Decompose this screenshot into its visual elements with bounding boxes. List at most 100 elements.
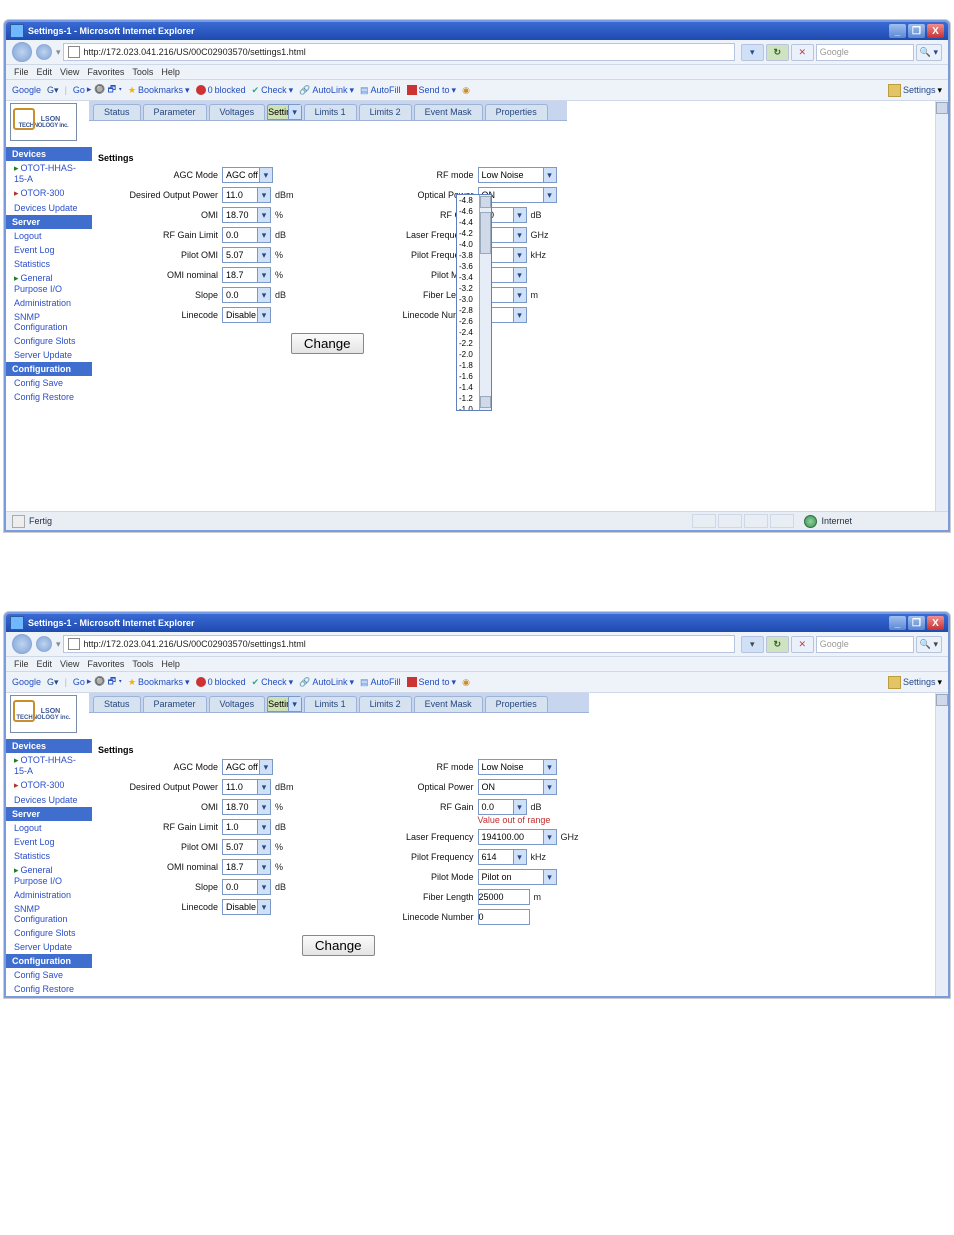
- tb-check[interactable]: ✔Check ▾: [252, 677, 294, 688]
- tb-check[interactable]: ✔Check ▾: [252, 85, 294, 96]
- search-go-button[interactable]: 🔍 ▾: [916, 44, 942, 61]
- sidebar-item[interactable]: Config Save: [6, 968, 92, 982]
- param-input[interactable]: 0: [478, 909, 530, 925]
- tb-autofill[interactable]: ▤AutoFill: [360, 677, 401, 688]
- page-scrollbar[interactable]: [935, 101, 948, 511]
- menu-help[interactable]: Help: [161, 67, 180, 77]
- tab-properties[interactable]: Properties: [485, 104, 548, 120]
- param-select[interactable]: 5.07: [222, 247, 271, 263]
- sidebar-item[interactable]: Server Update: [6, 940, 92, 954]
- sidebar-item[interactable]: Server Update: [6, 348, 92, 362]
- sidebar-item[interactable]: Config Restore: [6, 390, 92, 404]
- tb-blocked[interactable]: 0 blocked: [196, 85, 246, 95]
- maximize-button[interactable]: ❐: [908, 24, 925, 38]
- menu-file[interactable]: File: [14, 67, 29, 77]
- sidebar-item[interactable]: Administration: [6, 296, 92, 310]
- param-select[interactable]: 0.0: [478, 799, 527, 815]
- tb-go[interactable]: Go ▸ 🔘 🗗 ▾: [73, 674, 122, 690]
- param-select[interactable]: 0.0: [222, 287, 271, 303]
- param-select[interactable]: Disable: [222, 899, 271, 915]
- param-select[interactable]: 18.7: [222, 267, 271, 283]
- param-select[interactable]: 18.7: [222, 859, 271, 875]
- rfgain-dropdown-list[interactable]: -4.8-4.6-4.4-4.2-4.0-3.8-3.6-3.4-3.2-3.0…: [456, 194, 492, 411]
- tb-bookmarks[interactable]: ★Bookmarks▾: [128, 85, 190, 96]
- change-button[interactable]: Change: [302, 935, 375, 956]
- menu-edit[interactable]: Edit: [37, 67, 53, 77]
- menu-edit[interactable]: Edit: [37, 659, 53, 669]
- sidebar-item[interactable]: Event Log: [6, 835, 92, 849]
- dropdown-scrollbar[interactable]: [479, 195, 491, 410]
- param-select[interactable]: Disable: [222, 307, 271, 323]
- toolbar-settings-link[interactable]: Settings: [903, 677, 936, 687]
- tb-bookmarks[interactable]: ★Bookmarks▾: [128, 677, 190, 688]
- tb-sendto[interactable]: Send to▾: [407, 677, 457, 688]
- param-select[interactable]: 18.70: [222, 207, 271, 223]
- tb-sendto[interactable]: Send to▾: [407, 85, 457, 96]
- change-button[interactable]: Change: [291, 333, 364, 354]
- param-select[interactable]: 194100.00: [478, 829, 557, 845]
- search-go-button[interactable]: 🔍 ▾: [916, 636, 942, 653]
- nav-back-button[interactable]: [12, 634, 32, 654]
- sidebar-item[interactable]: Statistics: [6, 257, 92, 271]
- tab-limits-2[interactable]: Limits 2: [359, 104, 412, 120]
- tb-autofill[interactable]: ▤AutoFill: [360, 85, 401, 96]
- tb-more[interactable]: ◉: [462, 85, 470, 96]
- stop-button[interactable]: ✕: [791, 44, 814, 61]
- sidebar-item[interactable]: Configure Slots: [6, 334, 92, 348]
- address-input[interactable]: http://172.023.041.216/US/00C02903570/se…: [63, 43, 735, 61]
- sidebar-item[interactable]: Logout: [6, 821, 92, 835]
- sidebar-item[interactable]: General Purpose I/O: [6, 271, 92, 296]
- tab-parameter[interactable]: Parameter: [143, 104, 207, 120]
- param-input[interactable]: 25000: [478, 889, 530, 905]
- minimize-button[interactable]: _: [889, 616, 906, 630]
- sidebar-item[interactable]: Devices Update: [6, 793, 92, 807]
- nav-fwd-button[interactable]: [36, 44, 52, 60]
- param-select[interactable]: Low Noise: [478, 167, 557, 183]
- param-select[interactable]: 11.0: [222, 779, 271, 795]
- sidebar-item[interactable]: Devices Update: [6, 201, 92, 215]
- param-select[interactable]: AGC off: [222, 759, 273, 775]
- sidebar-item[interactable]: Config Save: [6, 376, 92, 390]
- tab-status[interactable]: Status: [93, 104, 141, 120]
- sidebar-item[interactable]: OTOT-HHAS-15-A: [6, 161, 92, 186]
- param-select[interactable]: 18.70: [222, 799, 271, 815]
- tab-limits-2[interactable]: Limits 2: [359, 696, 412, 712]
- menu-view[interactable]: View: [60, 659, 79, 669]
- stop-button[interactable]: ✕: [791, 636, 814, 653]
- param-select[interactable]: Low Noise: [478, 759, 557, 775]
- addr-dropdown[interactable]: ▾: [741, 636, 764, 653]
- menu-favorites[interactable]: Favorites: [87, 659, 124, 669]
- sidebar-item[interactable]: Config Restore: [6, 982, 92, 996]
- nav-back-button[interactable]: [12, 42, 32, 62]
- menu-view[interactable]: View: [60, 67, 79, 77]
- param-select[interactable]: 0.0: [222, 227, 271, 243]
- tab-settings[interactable]: Settings: [267, 104, 302, 120]
- sidebar-item[interactable]: Configure Slots: [6, 926, 92, 940]
- sidebar-item[interactable]: SNMP Configuration: [6, 902, 92, 926]
- param-select[interactable]: 614: [478, 849, 527, 865]
- tab-event-mask[interactable]: Event Mask: [414, 104, 483, 120]
- search-box[interactable]: Google: [816, 636, 914, 653]
- minimize-button[interactable]: _: [889, 24, 906, 38]
- tab-event-mask[interactable]: Event Mask: [414, 696, 483, 712]
- addr-dropdown[interactable]: ▾: [741, 44, 764, 61]
- refresh-button[interactable]: ↻: [766, 44, 789, 61]
- menu-favorites[interactable]: Favorites: [87, 67, 124, 77]
- tb-autolink[interactable]: 🔗AutoLink ▾: [299, 85, 354, 96]
- page-scrollbar[interactable]: [935, 693, 948, 996]
- sidebar-item[interactable]: SNMP Configuration: [6, 310, 92, 334]
- sidebar-item[interactable]: Logout: [6, 229, 92, 243]
- tab-parameter[interactable]: Parameter: [143, 696, 207, 712]
- tb-blocked[interactable]: 0 blocked: [196, 677, 246, 687]
- tab-status[interactable]: Status: [93, 696, 141, 712]
- tab-voltages[interactable]: Voltages: [209, 696, 266, 712]
- tb-autolink[interactable]: 🔗AutoLink ▾: [299, 677, 354, 688]
- refresh-button[interactable]: ↻: [766, 636, 789, 653]
- sidebar-item[interactable]: OTOR-300: [6, 778, 92, 793]
- tab-properties[interactable]: Properties: [485, 696, 548, 712]
- tb-go[interactable]: Go ▸ 🔘 🗗 ▾: [73, 82, 122, 98]
- toolbar-settings-link[interactable]: Settings: [903, 85, 936, 95]
- param-select[interactable]: ON: [478, 779, 557, 795]
- sidebar-item[interactable]: OTOR-300: [6, 186, 92, 201]
- param-select[interactable]: 1.0: [222, 819, 271, 835]
